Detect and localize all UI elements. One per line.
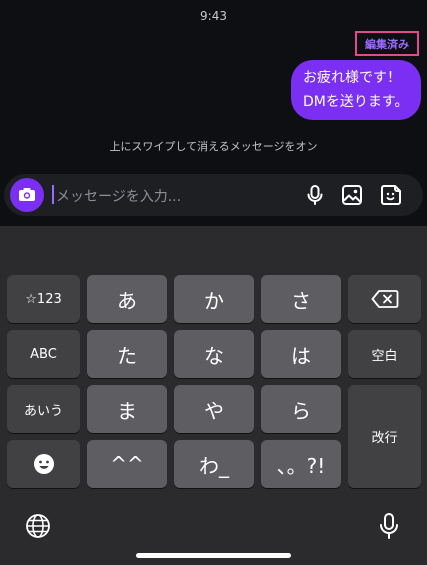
space-key[interactable]: 空白 bbox=[348, 330, 421, 378]
text-cursor bbox=[52, 185, 54, 204]
backspace-icon bbox=[371, 290, 398, 308]
key-sa[interactable]: さ bbox=[261, 275, 341, 323]
camera-icon bbox=[19, 188, 35, 201]
key-label: ☆123 bbox=[25, 291, 62, 307]
message-composer: メッセージを入力... bbox=[4, 174, 423, 216]
key-label: ABC bbox=[30, 346, 57, 362]
chat-area: 9:43 編集済み お疲れ様です！ DMを送ります。 上にスワイプして消えるメッ… bbox=[0, 0, 427, 226]
microphone-icon[interactable] bbox=[303, 183, 327, 207]
key-ta[interactable]: た bbox=[87, 330, 167, 378]
gallery-icon[interactable] bbox=[340, 183, 364, 207]
key-label: は bbox=[291, 343, 311, 368]
message-input[interactable]: メッセージを入力... bbox=[56, 186, 181, 206]
key-label: た bbox=[117, 343, 137, 368]
key-label: 、。?! bbox=[276, 453, 326, 478]
key-label: 改行 bbox=[371, 431, 398, 446]
edited-label: 編集済み bbox=[355, 31, 419, 56]
key-hiragana[interactable]: あいう bbox=[7, 385, 80, 433]
key-punctuation[interactable]: 、。?! bbox=[261, 440, 341, 488]
key-numbers[interactable]: ☆123 bbox=[7, 275, 80, 323]
home-indicator bbox=[136, 553, 291, 558]
key-wa[interactable]: わ_ bbox=[174, 440, 254, 488]
key-label: ま bbox=[117, 398, 137, 423]
key-ha[interactable]: は bbox=[261, 330, 341, 378]
globe-icon[interactable] bbox=[25, 513, 51, 539]
camera-button[interactable] bbox=[10, 178, 44, 212]
key-label: ^^ bbox=[110, 452, 144, 476]
key-label: か bbox=[204, 288, 224, 313]
key-label: 空白 bbox=[371, 348, 398, 364]
key-a[interactable]: あ bbox=[87, 275, 167, 323]
emoji-icon bbox=[33, 454, 54, 474]
status-time: 9:43 bbox=[200, 9, 227, 23]
emoji-key[interactable] bbox=[7, 440, 80, 488]
key-ya[interactable]: や bbox=[174, 385, 254, 433]
key-label: や bbox=[204, 398, 224, 423]
key-na[interactable]: な bbox=[174, 330, 254, 378]
key-ma[interactable]: ま bbox=[87, 385, 167, 433]
vanish-mode-notice: 上にスワイプして消えるメッセージをオン bbox=[109, 140, 318, 153]
key-label: な bbox=[204, 343, 224, 368]
message-line-1: お疲れ様です！ bbox=[303, 70, 401, 86]
message-bubble[interactable]: お疲れ様です！ DMを送ります。 bbox=[291, 60, 421, 120]
sticker-icon[interactable] bbox=[379, 183, 403, 207]
key-label: わ_ bbox=[199, 453, 229, 478]
microphone-icon[interactable] bbox=[377, 512, 401, 540]
japanese-keyboard: ☆123 あ か さ ABC た な は 空白 あいう ま や ら 改行 ^^ … bbox=[0, 226, 427, 565]
backspace-key[interactable] bbox=[348, 275, 421, 323]
key-label: あいう bbox=[23, 403, 63, 419]
key-label: さ bbox=[291, 288, 311, 313]
key-dakuten[interactable]: ^^ bbox=[87, 440, 167, 488]
key-label: ら bbox=[291, 398, 311, 423]
return-key[interactable]: 改行 bbox=[348, 385, 421, 488]
key-abc[interactable]: ABC bbox=[7, 330, 80, 378]
key-label: あ bbox=[117, 288, 137, 313]
message-line-2: DMを送ります。 bbox=[303, 94, 409, 110]
key-ra[interactable]: ら bbox=[261, 385, 341, 433]
key-ka[interactable]: か bbox=[174, 275, 254, 323]
